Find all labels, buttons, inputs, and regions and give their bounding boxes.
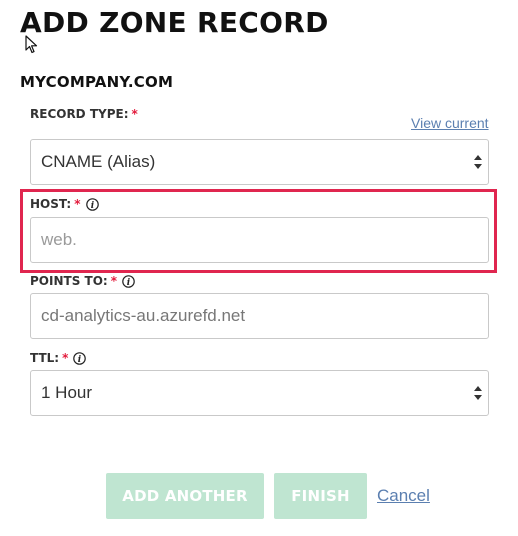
svg-text:i: i bbox=[127, 278, 131, 288]
ttl-label-text: TTL: bbox=[30, 351, 60, 365]
points-to-input[interactable]: cd-analytics-au.azurefd.net bbox=[30, 293, 489, 339]
mouse-cursor-icon bbox=[25, 35, 38, 54]
select-arrows-icon bbox=[474, 155, 482, 169]
info-icon[interactable]: i bbox=[122, 274, 135, 288]
points-to-input-value: cd-analytics-au.azurefd.net bbox=[41, 306, 246, 325]
cancel-link[interactable]: Cancel bbox=[377, 486, 430, 506]
finish-button[interactable]: FINISH bbox=[274, 473, 367, 519]
host-label: HOST: * i bbox=[30, 197, 99, 211]
info-icon[interactable]: i bbox=[85, 197, 99, 211]
select-arrows-icon bbox=[474, 386, 482, 400]
required-asterisk: * bbox=[74, 197, 81, 211]
page-title: ADD ZONE RECORD bbox=[20, 6, 329, 39]
record-type-label-text: RECORD TYPE: bbox=[30, 107, 129, 121]
required-asterisk: * bbox=[131, 107, 138, 121]
ttl-label: TTL: * i bbox=[30, 351, 87, 365]
view-current-link[interactable]: View current bbox=[411, 115, 489, 131]
host-input[interactable]: web. bbox=[30, 217, 489, 263]
svg-text:i: i bbox=[78, 355, 82, 365]
ttl-select[interactable]: 1 Hour bbox=[30, 370, 489, 416]
svg-text:i: i bbox=[90, 201, 94, 211]
info-icon[interactable]: i bbox=[73, 351, 87, 365]
points-to-label: POINTS TO: * i bbox=[30, 274, 135, 288]
record-type-selected: CNAME (Alias) bbox=[41, 152, 156, 171]
points-to-label-text: POINTS TO: bbox=[30, 274, 108, 288]
host-label-text: HOST: bbox=[30, 197, 72, 211]
domain-name: MYCOMPANY.COM bbox=[20, 73, 174, 91]
add-another-button[interactable]: ADD ANOTHER bbox=[106, 473, 264, 519]
record-type-label: RECORD TYPE: * bbox=[30, 107, 138, 121]
required-asterisk: * bbox=[110, 274, 117, 288]
ttl-selected: 1 Hour bbox=[41, 383, 93, 402]
required-asterisk: * bbox=[62, 351, 69, 365]
record-type-select[interactable]: CNAME (Alias) bbox=[30, 139, 489, 185]
host-input-placeholder: web. bbox=[41, 230, 77, 249]
